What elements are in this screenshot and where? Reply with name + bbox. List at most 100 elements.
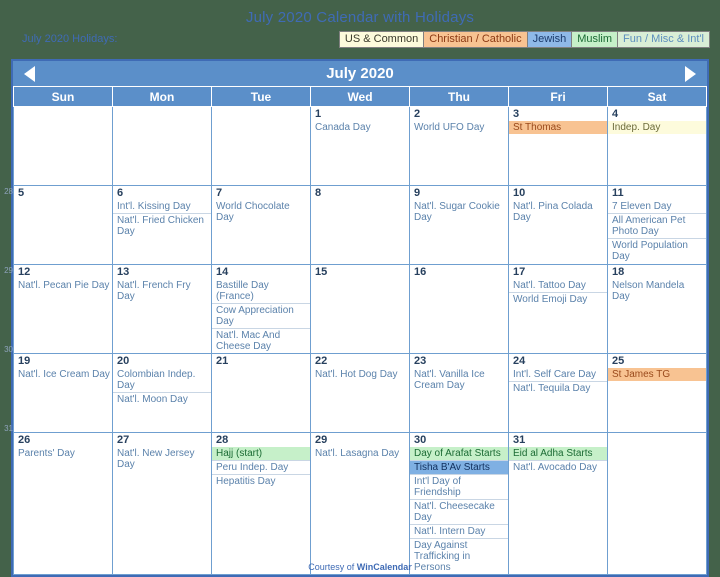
holiday-entry[interactable]: St James TG [608,368,706,381]
calendar-cell-day-14[interactable]: 14 Bastille Day (France) Cow Appreciation … [211,264,311,354]
holiday-entry[interactable]: Int'l. Kissing Day [113,200,211,213]
calendar-cell-day-27[interactable]: 27 Nat'l. New Jersey Day [112,432,212,575]
calendar-body: 1 Canada Day 2 World UFO Day 3 St Thomas 4 Inde… [13,106,707,575]
calendar-cell-day-24[interactable]: 24 Int'l. Self Care Day Nat'l. Tequila Day [508,353,608,433]
holiday-entry[interactable]: Day of Arafat Starts [410,447,508,460]
legend-chip-us[interactable]: US & Common [338,30,425,48]
calendar-cell-day-8[interactable]: 8 [310,185,410,265]
holiday-entry[interactable]: World UFO Day [410,121,508,134]
holiday-entry[interactable]: Nat'l. Tequila Day [509,381,607,395]
holiday-entry[interactable]: Nat'l. Hot Dog Day [311,368,409,381]
holiday-entry[interactable]: Nat'l. Cheesecake Day [410,499,508,524]
footer-brand[interactable]: WinCalendar [357,562,412,572]
holiday-entry[interactable]: Nat'l. Ice Cream Day [14,368,112,381]
holiday-entry[interactable]: Hajj (start) [212,447,310,460]
calendar-cell-day-23[interactable]: 23 Nat'l. Vanilla Ice Cream Day [409,353,509,433]
weekday-header-fri: Fri [508,87,608,107]
holiday-entry[interactable]: Hepatitis Day [212,474,310,488]
legend-chip-mus[interactable]: Muslim [571,30,619,48]
day-number: 17 [513,266,526,278]
calendar-cell-day-17[interactable]: 17 Nat'l. Tattoo Day World Emoji Day [508,264,608,354]
calendar-cell-day-28[interactable]: 28 Hajj (start) Peru Indep. Day Hepatitis D… [211,432,311,575]
holiday-entry[interactable]: Nat'l. Lasagna Day [311,447,409,460]
holiday-entry[interactable]: World Emoji Day [509,292,607,306]
weekday-header-sat: Sat [607,87,707,107]
holiday-entry[interactable]: World Chocolate Day [212,200,310,224]
calendar-cell-day-15[interactable]: 15 [310,264,410,354]
next-month-arrow-icon[interactable] [685,65,696,82]
calendar-week-row: 5 6 Int'l. Kissing Day Nat'l. Fried Chicken… [13,185,707,265]
holiday-entry[interactable]: Int'l. Self Care Day [509,368,607,381]
holiday-entry[interactable]: Nat'l. Sugar Cookie Day [410,200,508,224]
calendar-cell-day-6[interactable]: 6 Int'l. Kissing Day Nat'l. Fried Chicken … [112,185,212,265]
day-number: 25 [612,355,625,367]
holiday-entry[interactable]: Indep. Day [608,121,706,134]
calendar-cell-day-30[interactable]: 30 Day of Arafat Starts Tisha B'Av Starts I… [409,432,509,575]
legend-chip-jew[interactable]: Jewish [526,30,573,48]
holiday-entry[interactable]: Nat'l. Mac And Cheese Day [212,328,310,353]
holiday-entry[interactable]: Canada Day [311,121,409,134]
calendar-cell-day-1[interactable]: 1 Canada Day [310,106,410,186]
calendar-cell-day-18[interactable]: 18 Nelson Mandela Day [607,264,707,354]
holiday-entry[interactable]: Nat'l. Pina Colada Day [509,200,607,224]
legend-chip-fun[interactable]: Fun / Misc & Int'l [617,30,710,48]
holiday-entry[interactable]: Tisha B'Av Starts [410,460,508,474]
holiday-entry[interactable]: Eid al Adha Starts [509,447,607,460]
calendar-cell-day-16[interactable]: 16 [409,264,509,354]
day-number: 31 [513,434,526,446]
calendar-week-row: 1 Canada Day 2 World UFO Day 3 St Thomas 4 Inde… [13,106,707,186]
holiday-entry[interactable]: Nat'l. Avocado Day [509,460,607,474]
calendar-cell-day-9[interactable]: 9 Nat'l. Sugar Cookie Day [409,185,509,265]
holiday-entry[interactable]: All American Pet Photo Day [608,213,706,238]
calendar-cell-day-5[interactable]: 5 [13,185,113,265]
calendar-cell-empty [607,432,707,575]
calendar-cell-day-4[interactable]: 4 Indep. Day [607,106,707,186]
calendar-cell-day-13[interactable]: 13 Nat'l. French Fry Day [112,264,212,354]
calendar-cell-day-20[interactable]: 20 Colombian Indep. Day Nat'l. Moon Day [112,353,212,433]
legend-chip-chr[interactable]: Christian / Catholic [423,30,528,48]
calendar-cell-day-29[interactable]: 29 Nat'l. Lasagna Day [310,432,410,575]
month-title: July 2020 [326,65,394,82]
holiday-entry[interactable]: World Population Day [608,238,706,263]
calendar-cell-day-2[interactable]: 2 World UFO Day [409,106,509,186]
day-number: 15 [315,266,328,278]
holiday-entry[interactable]: Peru Indep. Day [212,460,310,474]
calendar-cell-day-26[interactable]: 26 Parents' Day [13,432,113,575]
holiday-entry[interactable]: Nat'l. Moon Day [113,392,211,406]
calendar-cell-empty [112,106,212,186]
day-number: 20 [117,355,130,367]
day-number: 16 [414,266,427,278]
holiday-entry[interactable]: Bastille Day (France) [212,279,310,303]
calendar-cell-day-31[interactable]: 31 Eid al Adha Starts Nat'l. Avocado Day [508,432,608,575]
calendar-cell-day-3[interactable]: 3 St Thomas [508,106,608,186]
calendar-cell-day-19[interactable]: 19 Nat'l. Ice Cream Day [13,353,113,433]
holiday-entry[interactable]: Colombian Indep. Day [113,368,211,392]
holiday-entry[interactable]: 7 Eleven Day [608,200,706,213]
holiday-entry[interactable]: Nat'l. French Fry Day [113,279,211,303]
holiday-entry[interactable]: Parents' Day [14,447,112,460]
calendar-cell-day-22[interactable]: 22 Nat'l. Hot Dog Day [310,353,410,433]
holidays-label: July 2020 Holidays: [22,33,118,45]
day-number: 4 [612,108,619,120]
prev-month-arrow-icon[interactable] [24,65,35,82]
holiday-entry[interactable]: Nat'l. New Jersey Day [113,447,211,471]
calendar-cell-day-25[interactable]: 25 St James TG [607,353,707,433]
holiday-entry[interactable]: Nat'l. Vanilla Ice Cream Day [410,368,508,392]
calendar-cell-day-7[interactable]: 7 World Chocolate Day [211,185,311,265]
calendar-cell-day-12[interactable]: 12 Nat'l. Pecan Pie Day [13,264,113,354]
holiday-entry[interactable]: Nat'l. Fried Chicken Day [113,213,211,238]
weekday-header-wed: Wed [310,87,410,107]
calendar-cell-day-21[interactable]: 21 [211,353,311,433]
holiday-entry[interactable]: St Thomas [509,121,607,134]
day-number: 30 [414,434,427,446]
day-number: 14 [216,266,229,278]
holiday-entry[interactable]: Nat'l. Tattoo Day [509,279,607,292]
footer-credit: Courtesy of WinCalendar [0,562,720,572]
holiday-entry[interactable]: Nat'l. Intern Day [410,524,508,538]
holiday-entry[interactable]: Cow Appreciation Day [212,303,310,328]
holiday-entry[interactable]: Nat'l. Pecan Pie Day [14,279,112,292]
calendar-cell-day-10[interactable]: 10 Nat'l. Pina Colada Day [508,185,608,265]
holiday-entry[interactable]: Nelson Mandela Day [608,279,706,303]
calendar-cell-day-11[interactable]: 11 7 Eleven Day All American Pet Photo Day… [607,185,707,265]
holiday-entry[interactable]: Int'l Day of Friendship [410,474,508,499]
